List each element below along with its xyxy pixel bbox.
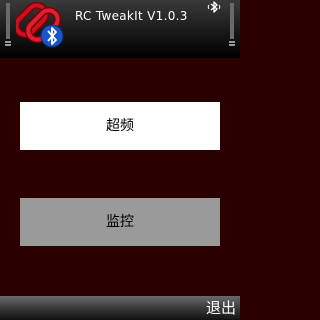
title-bar: RC TweakIt V1.0.3 bbox=[0, 0, 240, 59]
bluetooth-icon bbox=[207, 1, 221, 13]
battery-level-icon bbox=[229, 3, 235, 46]
exit-softkey[interactable]: 退出 bbox=[206, 297, 236, 319]
overclock-button[interactable]: 超频 bbox=[20, 102, 220, 150]
monitor-button[interactable]: 监控 bbox=[20, 198, 220, 246]
chain-link-bluetooth-icon bbox=[16, 1, 64, 48]
softkey-bar: 退出 bbox=[0, 296, 240, 320]
app-screen: RC TweakIt V1.0.3 超频 监控 退出 bbox=[0, 0, 240, 320]
app-title: RC TweakIt V1.0.3 bbox=[75, 9, 188, 23]
signal-strength-icon bbox=[5, 3, 11, 46]
main-area: 超频 监控 bbox=[0, 58, 240, 296]
